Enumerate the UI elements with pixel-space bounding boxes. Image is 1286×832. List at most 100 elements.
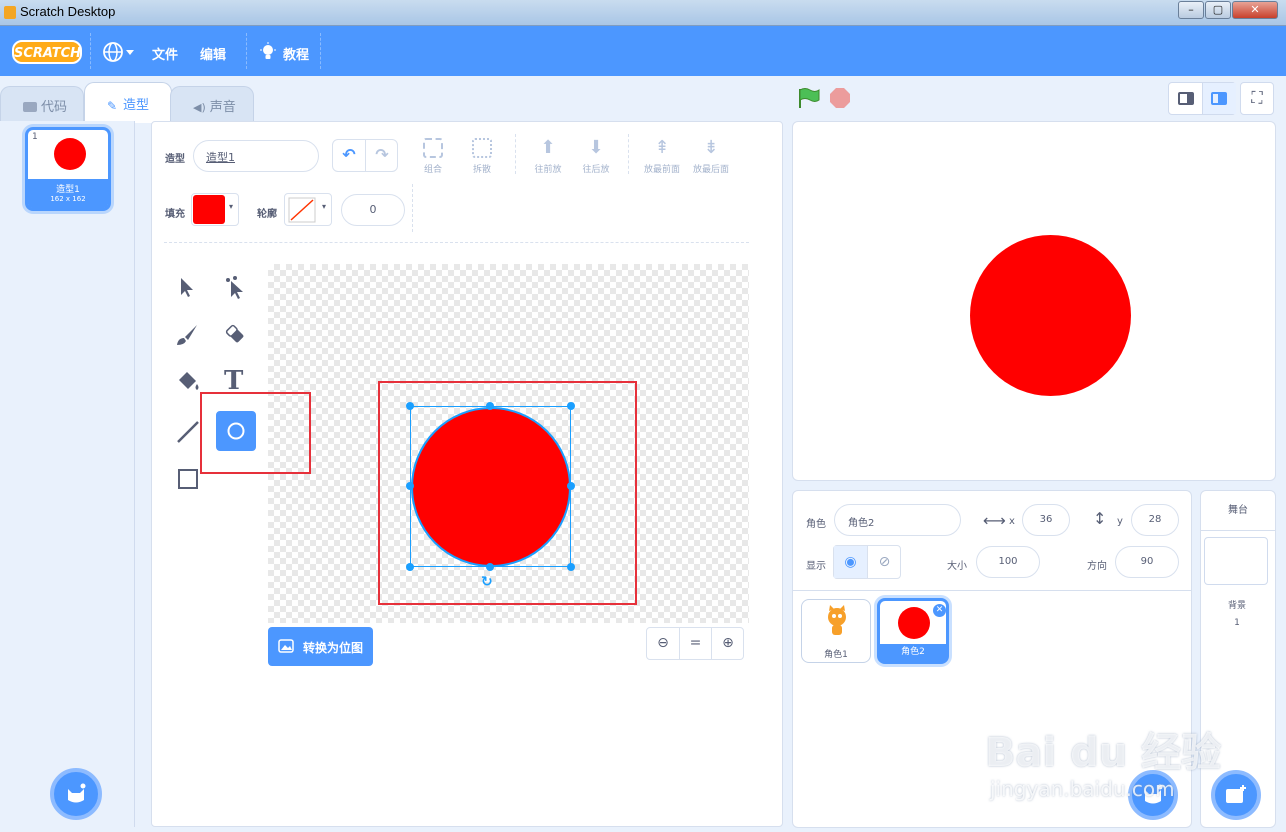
outline-color-picker[interactable]: ▾ [284,193,332,226]
file-menu[interactable]: 文件 [152,44,178,63]
green-flag-icon[interactable] [797,87,821,109]
tab-code-label: 代码 [41,100,68,115]
stop-icon[interactable] [830,88,850,108]
chevron-down-icon: ▾ [322,202,327,211]
choose-costume-button[interactable] [50,768,102,820]
app-icon [4,6,16,19]
toolbar-separator [412,184,413,232]
back-button[interactable]: ⇟ 放最后面 [689,138,733,176]
zoom-reset-button[interactable]: = [680,628,712,659]
costume-index: 1 [32,132,38,142]
lightbulb-icon[interactable] [258,42,278,62]
toolbar-divider [164,242,749,243]
group-label: 组合 [423,165,442,175]
fill-label: 填充 [165,209,185,220]
line-tool-icon[interactable] [176,420,200,444]
outline-width-input[interactable]: 0 [341,194,405,226]
costume-name-input[interactable]: 造型1 [193,140,319,172]
paintbrush-icon: ✎ [107,99,118,113]
sprite-name-label: 角色 [806,519,826,530]
costume-list [0,121,135,827]
ungroup-button[interactable]: 拆散 [466,138,498,175]
forward-label: 往前放 [534,165,562,175]
tab-costumes[interactable]: ✎ 造型 [84,82,172,123]
tab-costumes-label: 造型 [123,98,150,113]
maximize-button[interactable]: ▢ [1205,1,1231,19]
fill-color-picker[interactable]: ▾ [191,193,239,226]
globe-icon[interactable] [102,41,136,63]
small-stage-button[interactable] [1169,83,1203,114]
costume-thumbnail [54,138,86,170]
ungroup-icon [472,138,492,158]
backdrop-plus-icon [1225,785,1247,805]
fullscreen-icon[interactable]: ⛶ [1240,82,1274,115]
edit-menu[interactable]: 编辑 [200,44,226,63]
x-input[interactable]: 36 [1022,504,1070,536]
y-label: y [1117,516,1123,527]
backdrops-label: 背景 [1227,601,1246,611]
costume-item[interactable]: 1 造型1 162 x 162 [25,127,111,211]
x-arrows-icon: ⟷ [983,511,1006,530]
image-icon [278,639,294,653]
group-icon [423,138,443,158]
sprite-name: 角色1 [824,650,848,660]
backward-button[interactable]: ⬇ 往后放 [576,138,616,176]
sprite-thumbnail [898,607,930,639]
scratch-logo[interactable]: SCRATCH [12,40,82,64]
y-input[interactable]: 28 [1131,504,1179,536]
outline-label: 轮廓 [257,209,277,220]
undo-icon[interactable]: ↶ [333,140,366,171]
tab-sounds[interactable]: ◀) 声音 [170,86,254,122]
cat-plus-icon [65,783,87,805]
backdrops-count: 1 [1234,618,1240,628]
minimize-button[interactable]: – [1178,1,1204,19]
window-title: Scratch Desktop [20,4,116,19]
tab-sounds-label: 声音 [209,100,236,115]
eraser-tool-icon[interactable] [223,323,247,347]
tutorials-menu[interactable]: 教程 [283,44,309,63]
eye-icon[interactable]: ◉ [834,546,868,578]
stage-canvas[interactable] [792,121,1276,481]
eye-off-icon[interactable]: ⊘ [868,546,901,578]
zoom-out-icon[interactable]: ⊖ [647,628,680,659]
watermark-logo: Bai du 经验 [985,730,1222,776]
size-label: 大小 [947,561,967,572]
y-arrows-icon: ↕ [1093,509,1107,528]
fill-tool-icon[interactable] [175,370,201,394]
menu-separator [90,33,91,69]
small-stage-icon [1178,92,1194,105]
convert-label: 转换为位图 [303,641,364,655]
reshape-tool-icon[interactable] [223,276,247,300]
sprite-name: 角色2 [880,644,946,661]
large-stage-button[interactable] [1203,83,1236,114]
stage-size-toggle [1168,82,1236,115]
backdrop-thumbnail[interactable] [1204,537,1268,585]
speaker-icon: ◀) [193,101,206,114]
sprite-item-selected[interactable]: 角色2 ✕ [877,598,949,664]
group-button[interactable]: 组合 [417,138,449,175]
highlight-box-tool [200,392,311,474]
convert-to-bitmap-button[interactable]: 转换为位图 [268,627,373,666]
redo-icon[interactable]: ↷ [366,140,398,171]
rectangle-tool-icon[interactable] [177,468,199,490]
size-input[interactable]: 100 [976,546,1040,578]
delete-sprite-icon[interactable]: ✕ [933,604,946,617]
sprite-name-input[interactable]: 角色2 [834,504,961,536]
forward-button[interactable]: ⬆ 往前放 [528,137,568,176]
select-tool-icon[interactable] [176,276,198,298]
sprite-item[interactable]: 角色1 [801,599,871,663]
highlight-box-shape [378,381,637,605]
zoom-in-icon[interactable]: ⊕ [712,628,744,659]
close-window-button[interactable]: ✕ [1232,1,1278,19]
stage-red-circle[interactable] [970,235,1131,396]
direction-input[interactable]: 90 [1115,546,1179,578]
tab-code[interactable]: 代码 [0,86,84,122]
brush-tool-icon[interactable] [175,323,199,347]
arrow-up-icon: ⬆ [540,137,556,158]
toolbar-separator [628,134,629,174]
arrow-top-icon: ⇞ [654,137,670,158]
menu-separator [320,33,321,69]
back-label: 放最后面 [692,165,729,175]
front-button[interactable]: ⇞ 放最前面 [640,137,684,176]
costume-size: 162 x 162 [50,195,86,203]
